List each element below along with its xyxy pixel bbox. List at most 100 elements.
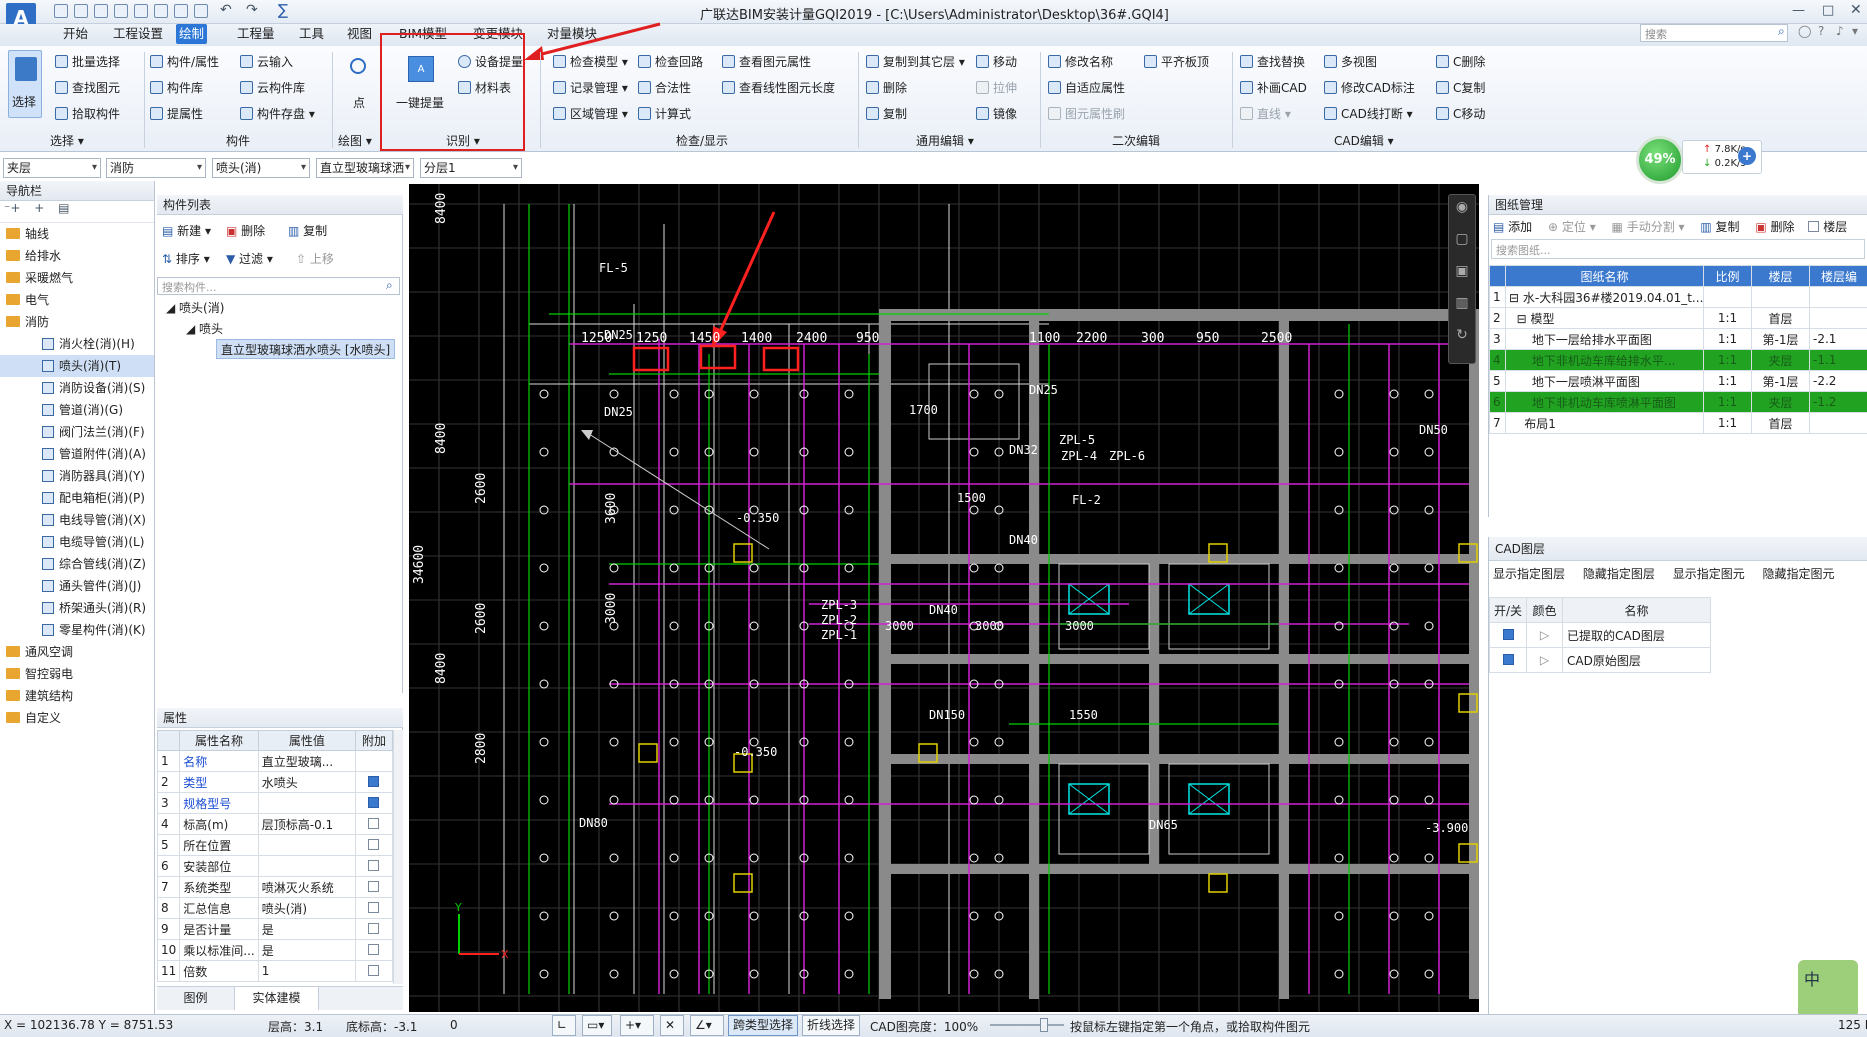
nav-item[interactable]: 消防 [0, 311, 154, 333]
save-icon[interactable] [94, 4, 108, 18]
checkbox-icon[interactable] [368, 881, 380, 892]
copy-component-button[interactable]: ▥ 复制 [288, 220, 327, 242]
nav-item[interactable]: 建筑结构 [0, 685, 154, 707]
hide-layer-button[interactable]: 隐藏指定图层 [1583, 567, 1655, 581]
layer-toggle[interactable] [1488, 647, 1528, 673]
copy-drawing-button[interactable]: ▥ 复制 [1700, 220, 1739, 234]
minimize-icon[interactable]: — [1792, 3, 1805, 18]
checkbox-icon[interactable] [368, 839, 380, 850]
performance-percent-gauge[interactable]: 49% [1636, 136, 1684, 184]
delete-component-button[interactable]: ▣ 删除 [226, 220, 265, 242]
line-button[interactable]: 直线 ▾ [1240, 103, 1291, 125]
tree-node-sprinkler[interactable]: ◢ 喷头 [186, 319, 223, 339]
prop-value[interactable]: 喷淋灭火系统 [257, 876, 356, 898]
prop-extra[interactable] [354, 771, 394, 793]
prop-extra[interactable] [354, 750, 394, 772]
view-navigation-bar[interactable]: ◉ ▢ ▣ ▥ ↻ [1448, 194, 1476, 364]
nav-item[interactable]: 消火栓(消)(H) [0, 333, 154, 355]
prop-value[interactable] [257, 792, 356, 814]
property-row[interactable]: 10 乘以标准间... 是 [156, 939, 394, 961]
check-loop-button[interactable]: 检查回路 [638, 51, 703, 73]
prop-value[interactable]: 直立型玻璃... [257, 750, 356, 772]
pick-component-button[interactable]: 拾取构件 [55, 103, 120, 125]
nav-item[interactable]: 电缆导管(消)(L) [0, 531, 154, 553]
nav-item[interactable]: 通风空调 [0, 641, 154, 663]
snap-toggle-icon[interactable]: ▭▾ [582, 1015, 612, 1036]
copy-to-floor-button[interactable]: 复制到其它层 ▾ [866, 51, 965, 73]
nav-item[interactable]: 桥架通头(消)(R) [0, 597, 154, 619]
orbit-icon[interactable]: ◉ [1449, 199, 1475, 215]
nav-item[interactable]: 轴线 [0, 223, 154, 245]
batch-select-button[interactable]: 批量选择 [55, 51, 120, 73]
bell-icon[interactable]: ♪ [1836, 24, 1844, 38]
tab-tools[interactable]: 工具 [296, 24, 327, 44]
align-slab-top-button[interactable]: 平齐板顶 [1144, 51, 1209, 73]
tree-node-sprinkler-fire[interactable]: ◢ 喷头(消) [166, 298, 224, 318]
prop-extra[interactable] [354, 939, 394, 961]
close-icon[interactable]: ✕ [1850, 2, 1862, 18]
sort-button[interactable]: ⇅ 排序 ▾ [162, 248, 210, 270]
nav-item[interactable]: 采暖燃气 [0, 267, 154, 289]
nav-item[interactable]: 消防器具(消)(Y) [0, 465, 154, 487]
component-save-button[interactable]: 构件存盘 ▾ [240, 103, 315, 125]
property-row[interactable]: 8 汇总信息 喷头(消) [156, 897, 394, 919]
drawing-row[interactable]: 2 ⊟ 模型 1:1 首层 [1489, 307, 1867, 329]
drawing-row[interactable]: 7 布局1 1:1 首层 [1489, 412, 1867, 434]
prop-value[interactable]: 水喷头 [257, 771, 356, 793]
maximize-icon[interactable]: □ [1822, 3, 1834, 18]
cad-drawing-canvas[interactable]: Y X 1250 1250 1450 1400 2400 950 1100 2200 300 950 2… [409, 184, 1479, 1012]
view-linear-length-button[interactable]: 查看线性图元长度 [722, 77, 835, 99]
view-cube-icon[interactable]: ▢ [1449, 231, 1475, 247]
layer-expand-icon[interactable]: ▷ [1526, 647, 1564, 673]
component-library-button[interactable]: 构件库 [150, 77, 203, 99]
checkbox-icon[interactable] [1502, 654, 1514, 665]
cross-icon[interactable]: ✕ [660, 1015, 684, 1036]
tab-start[interactable]: 开始 [60, 24, 91, 44]
floor-select[interactable]: 夹层 [3, 158, 101, 178]
discipline-select[interactable]: 消防 [106, 158, 206, 178]
view-element-property-button[interactable]: 查看图元属性 [722, 51, 811, 73]
copy-button[interactable]: 复制 [866, 103, 907, 125]
pan-icon[interactable]: ▥ [1449, 295, 1475, 311]
adaptive-property-button[interactable]: 自适应属性 [1048, 77, 1125, 99]
layer-row[interactable]: ▷ CAD原始图层 [1488, 647, 1711, 673]
drawing-row[interactable]: 5 地下一层喷淋平面图 1:1 第-1层 -2.2 [1489, 370, 1867, 392]
nav-item[interactable]: 智控弱电 [0, 663, 154, 685]
nav-item[interactable]: 管道附件(消)(A) [0, 443, 154, 465]
nav-item[interactable]: 阀门法兰(消)(F) [0, 421, 154, 443]
nav-item[interactable]: 管道(消)(G) [0, 399, 154, 421]
grid-icon[interactable] [174, 4, 188, 18]
prop-value[interactable] [257, 834, 356, 856]
show-element-button[interactable]: 显示指定图元 [1673, 567, 1745, 581]
expand-icon[interactable]: + [34, 201, 44, 215]
cross-type-select-toggle[interactable]: 跨类型选择 [728, 1015, 799, 1036]
nav-settings-icon[interactable]: ▤ [58, 201, 69, 215]
nav-item[interactable]: 电线导管(消)(X) [0, 509, 154, 531]
open-file-icon[interactable] [74, 4, 88, 18]
floor-checkbox[interactable]: 楼层 [1808, 220, 1847, 234]
property-row[interactable]: 3 规格型号 [156, 792, 394, 814]
draw-cad-button[interactable]: 补画CAD [1240, 77, 1307, 99]
move-button[interactable]: 移动 [976, 51, 1017, 73]
cad-line-break-button[interactable]: CAD线打断 ▾ [1324, 103, 1413, 125]
show-layer-button[interactable]: 显示指定图层 [1493, 567, 1565, 581]
record-management-button[interactable]: 记录管理 ▾ [553, 77, 628, 99]
rotate-icon[interactable]: ↻ [1449, 327, 1475, 343]
nav-item[interactable]: 综合管线(消)(Z) [0, 553, 154, 575]
drawing-row[interactable]: 3 地下一层给排水平面图 1:1 第-1层 -2.1 [1489, 328, 1867, 350]
property-row[interactable]: 4 标高(m) 层顶标高-0.1 [156, 813, 394, 835]
user-icon[interactable]: ◯ [1798, 24, 1811, 38]
area-management-button[interactable]: 区域管理 ▾ [553, 103, 628, 125]
new-component-button[interactable]: ▤ 新建 ▾ [162, 220, 211, 242]
prop-extra[interactable] [354, 792, 394, 814]
select-button[interactable]: 选择 [8, 50, 42, 118]
property-row[interactable]: 5 所在位置 [156, 834, 394, 856]
move-up-button[interactable]: ⇧ 上移 [296, 248, 334, 270]
prop-extra[interactable] [354, 960, 394, 982]
nav-item[interactable]: 通头管件(消)(J) [0, 575, 154, 597]
drawing-row[interactable]: 4 地下非机动车库给排水平... 1:1 夹层 -1.1 [1489, 349, 1867, 371]
collapse-icon[interactable]: ⁻+ [4, 201, 20, 215]
nav-item[interactable]: 给排水 [0, 245, 154, 267]
angle-icon[interactable]: ∠▾ [690, 1015, 724, 1036]
layer-toggle[interactable] [1488, 622, 1528, 648]
